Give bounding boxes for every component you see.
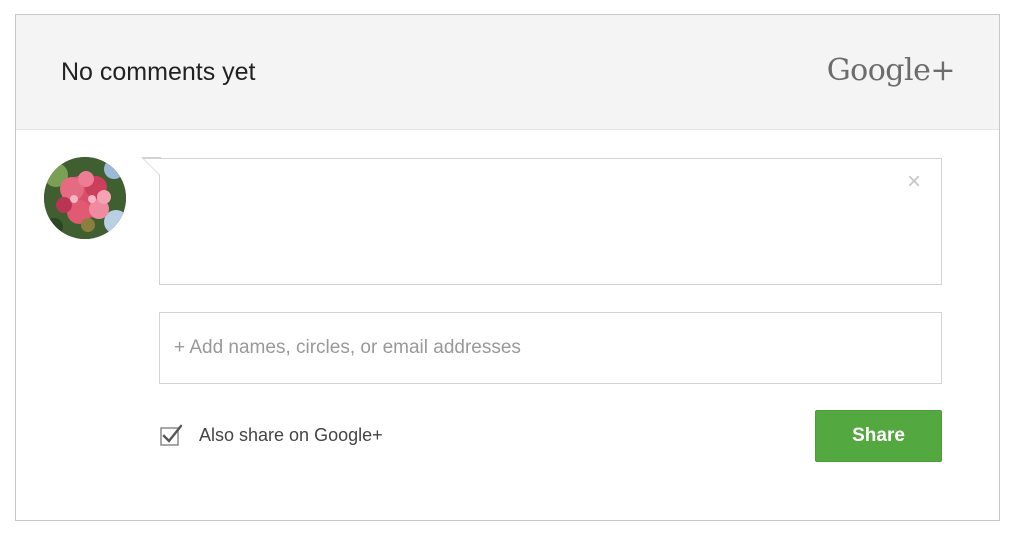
- close-icon[interactable]: ×: [903, 170, 925, 194]
- checkbox-checked-icon[interactable]: [160, 424, 183, 446]
- user-avatar[interactable]: [44, 157, 126, 239]
- comments-header: No comments yet Google+: [16, 15, 999, 130]
- google-plus-logo: Google+: [826, 53, 956, 88]
- share-button[interactable]: Share: [815, 410, 942, 462]
- recipients-field[interactable]: [159, 312, 942, 384]
- avatar-image: [44, 157, 126, 239]
- comment-box[interactable]: ×: [159, 158, 942, 285]
- also-share-label: Also share on Google+: [199, 424, 383, 445]
- also-share-option[interactable]: Also share on Google+: [160, 422, 383, 448]
- recipients-input[interactable]: [160, 313, 941, 383]
- comments-status-title: No comments yet: [61, 58, 256, 86]
- comment-box-pointer-fill: [144, 159, 161, 176]
- comment-input[interactable]: [160, 159, 941, 284]
